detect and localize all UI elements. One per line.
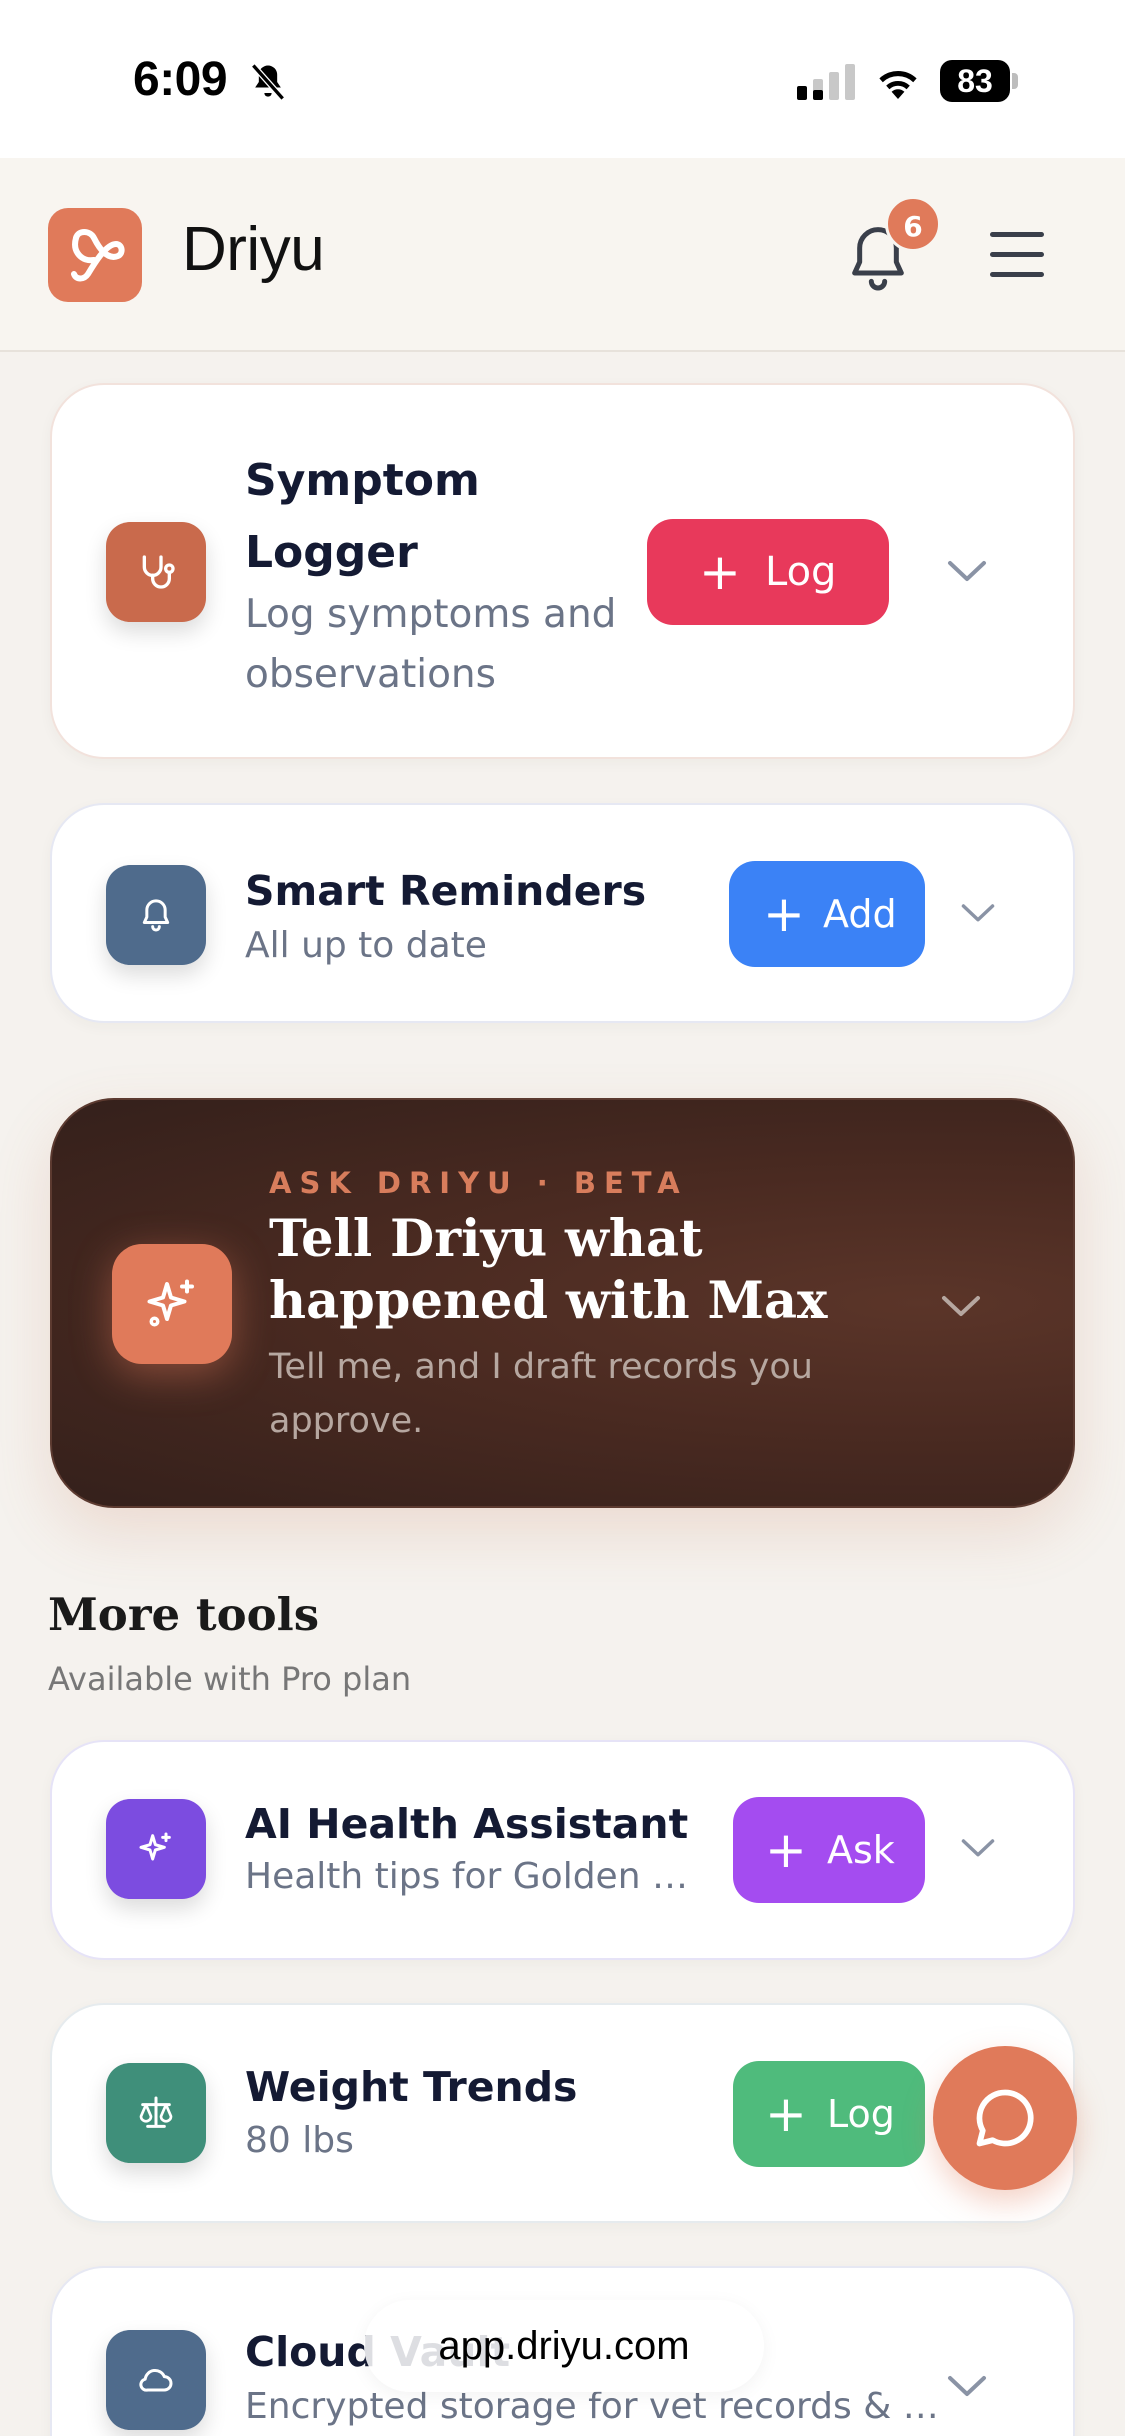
battery-indicator: 83: [940, 60, 1018, 102]
symptom-logger-tile: [106, 522, 206, 622]
battery-percent: 83: [957, 63, 993, 99]
app-header: Driyu 6: [0, 158, 1125, 352]
more-tools-subtitle: Available with Pro plan: [48, 1660, 412, 1698]
status-bar: 6:09 83: [0, 0, 1125, 158]
ask-assistant-button-label: Ask: [827, 1828, 895, 1872]
plus-icon: +: [765, 2085, 807, 2143]
driyu-logo[interactable]: [48, 208, 142, 302]
wifi-icon: [879, 71, 917, 99]
stethoscope-icon: [142, 555, 175, 589]
sparkles-icon: [139, 1832, 171, 1861]
cloud-vault-subtitle: Encrypted storage for vet records & docu…: [245, 2386, 955, 2427]
ask-assistant-button[interactable]: + Ask: [733, 1797, 925, 1903]
chat-fab-button[interactable]: [933, 2046, 1077, 2190]
add-reminder-button-label: Add: [823, 892, 897, 936]
symptom-logger-title: Symptom Logger: [245, 455, 480, 578]
silent-mode-icon: [251, 63, 285, 101]
app-name: Driyu: [182, 215, 325, 284]
weight-trends-subtitle: 80 lbs: [245, 2120, 354, 2161]
log-weight-button-label: Log: [827, 2092, 895, 2136]
symptom-logger-card[interactable]: Symptom Logger Log symptoms and observat…: [50, 383, 1075, 759]
weight-trends-tile: [106, 2063, 206, 2163]
more-tools-heading: More tools: [48, 1588, 320, 1641]
ai-health-assistant-title: AI Health Assistant: [245, 1800, 689, 1848]
symptom-logger-subtitle: Log symptoms and observations: [245, 592, 617, 697]
smart-reminders-tile: [106, 865, 206, 965]
browser-url-pill[interactable]: app.driyu.com: [364, 2300, 764, 2392]
chat-bubble-icon: [976, 2089, 1034, 2147]
ask-driyu-card[interactable]: ASK DRIYU · BETA Tell Driyu what happene…: [50, 1098, 1075, 1508]
symptom-log-button-label: Log: [765, 549, 837, 595]
symptom-log-button[interactable]: + Log: [647, 519, 889, 625]
cellular-signal-icon: [797, 64, 855, 100]
ask-driyu-title: Tell Driyu what happened with Max: [269, 1209, 828, 1331]
weight-trends-card[interactable]: Weight Trends 80 lbs + Log: [50, 2003, 1075, 2223]
smart-reminders-subtitle: All up to date: [245, 925, 487, 966]
ai-health-assistant-tile: [106, 1799, 206, 1899]
chevron-down-icon[interactable]: [946, 2370, 988, 2400]
bell-icon: [142, 899, 170, 932]
scale-icon: [139, 2096, 173, 2128]
chevron-down-icon[interactable]: [940, 1290, 982, 1320]
ask-driyu-tile: [112, 1244, 232, 1364]
weight-trends-title: Weight Trends: [245, 2063, 578, 2111]
chevron-down-icon[interactable]: [960, 1834, 996, 1860]
status-time: 6:09: [133, 53, 228, 106]
plus-icon: +: [763, 885, 805, 943]
plus-icon: +: [699, 543, 741, 601]
add-reminder-button[interactable]: + Add: [729, 861, 925, 967]
ask-driyu-subtitle: Tell me, and I draft records you approve…: [269, 1347, 813, 1441]
smart-reminders-title: Smart Reminders: [245, 867, 647, 915]
plus-icon: +: [765, 1821, 807, 1879]
cloud-icon: [139, 2369, 173, 2392]
chevron-down-icon[interactable]: [960, 899, 996, 925]
sparkles-icon: [147, 1279, 194, 1327]
hamburger-menu-button[interactable]: [988, 226, 1046, 284]
ai-health-assistant-card[interactable]: AI Health Assistant Health tips for Gold…: [50, 1740, 1075, 1960]
chevron-down-icon[interactable]: [946, 555, 988, 585]
smart-reminders-card[interactable]: Smart Reminders All up to date + Add: [50, 803, 1075, 1023]
notification-count-badge: 6: [885, 196, 941, 252]
cloud-vault-tile: [106, 2330, 206, 2430]
log-weight-button[interactable]: + Log: [733, 2061, 925, 2167]
ai-health-assistant-subtitle: Health tips for Golden Retrievers: [245, 1856, 705, 1897]
driyu-logo-mark-icon: [71, 229, 125, 282]
ask-driyu-kicker: ASK DRIYU · BETA: [269, 1166, 688, 1200]
